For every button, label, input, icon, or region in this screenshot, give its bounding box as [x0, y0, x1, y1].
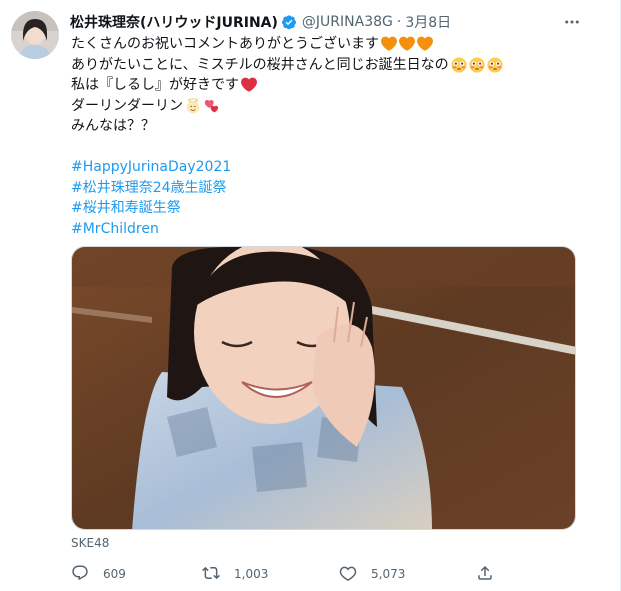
share-icon [476, 564, 494, 585]
tweet-line: ダーリンダーリン [71, 96, 591, 117]
hashtag-link[interactable]: #桜井和寿誕生祭 [71, 198, 181, 219]
like-count: 5,073 [371, 567, 406, 581]
hashtag-line: #松井珠理奈24歳生誕祭 [71, 178, 591, 199]
flushed-face-icon [487, 57, 503, 73]
flushed-face-icon [451, 57, 467, 73]
user-handle[interactable]: @JURINA38G [302, 14, 393, 30]
tweet-line: たくさんのお祝いコメントありがとうございます [71, 34, 591, 55]
tweet-line-text: 私は『しるし』が好きです [71, 77, 239, 93]
hashtag-line: #桜井和寿誕生祭 [71, 198, 591, 219]
tweet-line-text: たくさんのお祝いコメントありがとうございます [71, 36, 379, 52]
source-label[interactable]: SKE48 [71, 536, 109, 550]
tweet-line-text: ダーリンダーリン [71, 97, 183, 114]
retweet-count: 1,003 [234, 567, 269, 581]
flushed-face-icon [469, 57, 485, 73]
share-button[interactable] [476, 562, 494, 586]
tweet-line: ありがたいことに、ミスチルの桜井さんと同じお誕生日なの [71, 55, 591, 76]
tweet-card[interactable]: 松井珠理奈(ハリウッドJURINA) @JURINA38G · 3月8日 たくさ… [0, 0, 621, 591]
tweet-line: 私は『しるし』が好きです [71, 75, 591, 96]
verified-badge-icon [281, 14, 297, 30]
timestamp[interactable]: 3月8日 [405, 12, 451, 32]
reply-button[interactable]: 609 [71, 562, 126, 586]
hashtag-link[interactable]: #MrChildren [71, 219, 159, 240]
hashtag-line: #HappyJurinaDay2021 [71, 157, 591, 178]
more-options-icon[interactable] [560, 10, 584, 34]
orange-heart-icon [417, 36, 433, 52]
hashtag-link[interactable]: #松井珠理奈24歳生誕祭 [71, 178, 227, 199]
heart-icon [339, 564, 357, 585]
retweet-button[interactable]: 1,003 [202, 562, 268, 586]
like-button[interactable]: 5,073 [339, 562, 405, 586]
tweet-text: たくさんのお祝いコメントありがとうございます ありがたいことに、ミスチルの桜井さ… [71, 34, 591, 239]
red-heart-icon [241, 77, 257, 93]
tweet-header: 松井珠理奈(ハリウッドJURINA) @JURINA38G · 3月8日 [70, 12, 451, 32]
tweet-line-text: ありがたいことに、ミスチルの桜井さんと同じお誕生日なの [71, 56, 449, 73]
display-name[interactable]: 松井珠理奈(ハリウッドJURINA) [70, 12, 278, 32]
avatar[interactable] [11, 11, 59, 59]
retweet-icon [202, 564, 220, 585]
tweet-line: みんなは？？ [71, 116, 591, 137]
separator-dot: · [396, 14, 402, 30]
hashtag-line: #MrChildren [71, 219, 591, 240]
orange-heart-icon [399, 36, 415, 52]
reply-icon [71, 564, 89, 585]
hashtag-link[interactable]: #HappyJurinaDay2021 [71, 157, 231, 178]
angel-face-icon [185, 98, 201, 114]
two-hearts-icon [203, 98, 219, 114]
tweet-photo[interactable] [71, 246, 576, 530]
reply-count: 609 [103, 567, 126, 581]
orange-heart-icon [381, 36, 397, 52]
action-bar: 609 1,003 5,073 [71, 562, 521, 586]
tweet-line-text: みんなは？？ [71, 118, 155, 134]
